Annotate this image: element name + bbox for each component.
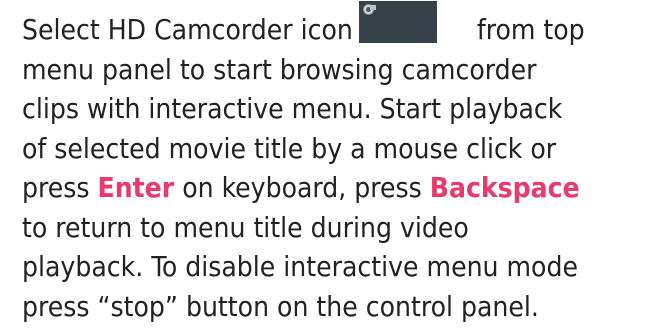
line1-text-start: Select HD Camcorder icon — [22, 13, 353, 46]
instruction-line-3: clips with interactive menu. Start playb… — [22, 92, 563, 125]
camera-body-icon — [369, 5, 376, 10]
instruction-line-5: press Enter on keyboard, press Backspace — [22, 168, 647, 208]
hd-camcorder-icon — [358, 1, 437, 43]
enter-key-label: Enter — [97, 171, 175, 204]
instruction-line-2: menu panel to start browsing camcorder — [22, 52, 537, 86]
line1-text-end: from top — [476, 13, 585, 46]
instruction-line-7: playback. To disable interactive menu mo… — [22, 250, 578, 283]
line5-middle-text: on keyboard, press — [174, 171, 430, 204]
icon-slot — [358, 1, 437, 43]
backspace-key-label: Backspace — [429, 171, 580, 204]
instruction-line-4: of selected movie title by a mouse click… — [22, 131, 557, 165]
instruction-line-8: press “stop” button on the control panel… — [22, 289, 539, 323]
instruction-line-6: to return to menu title during video — [22, 210, 469, 244]
line5-press-text: press — [22, 171, 98, 204]
instruction-line-1: Select HD Camcorder icon from top — [22, 1, 647, 50]
instructions-paragraph: Select HD Camcorder icon from top menu pa… — [22, 1, 647, 326]
